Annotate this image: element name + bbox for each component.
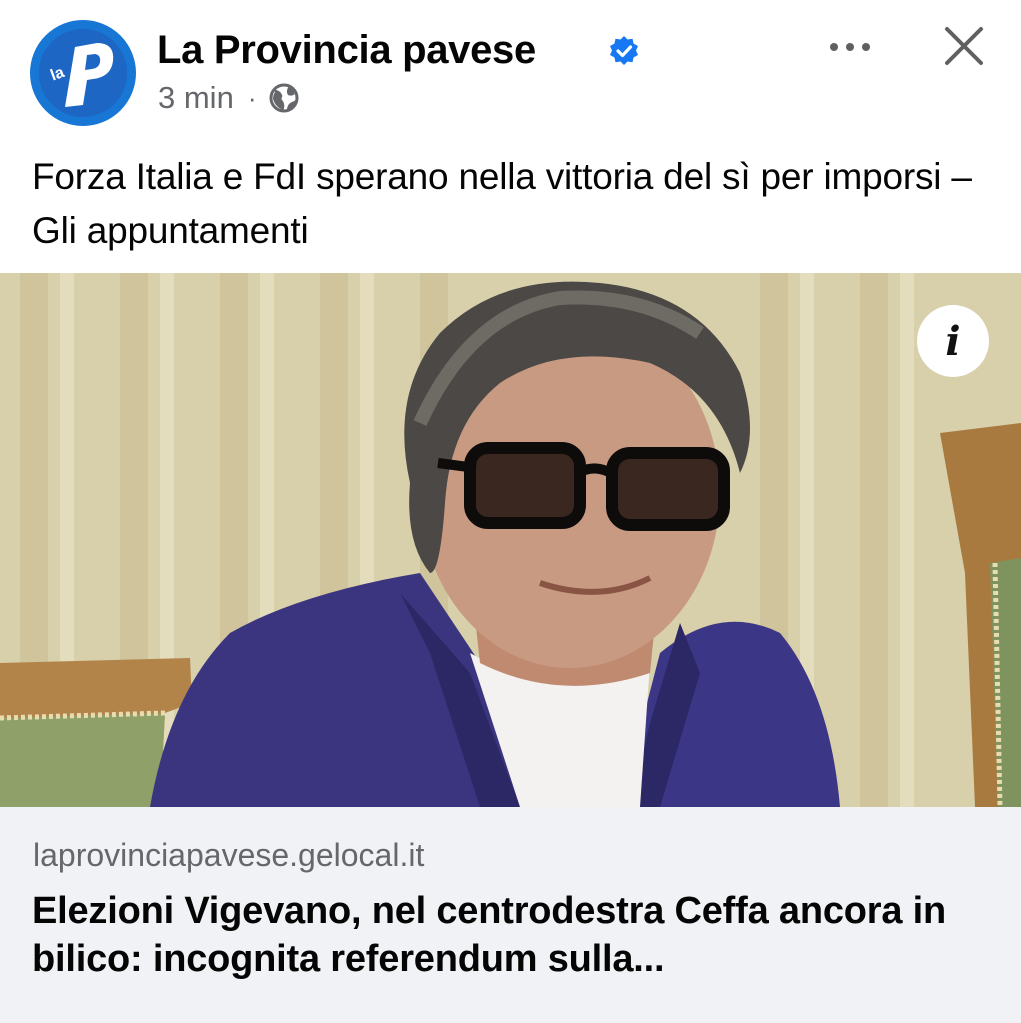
post-header: la La Provincia pavese 3 min ·	[0, 0, 1021, 140]
post-timestamp[interactable]: 3 min	[158, 80, 234, 116]
more-options-icon[interactable]	[826, 30, 874, 64]
link-domain: laprovinciapavese.gelocal.it	[33, 837, 425, 873]
link-preview-card[interactable]: laprovinciapavese.gelocal.it Elezioni Vi…	[0, 807, 1021, 1023]
portrait-photo	[0, 273, 1021, 807]
page-name[interactable]: La Provincia pavese	[157, 28, 536, 73]
link-preview-image[interactable]	[0, 273, 1021, 807]
close-icon[interactable]	[942, 24, 986, 68]
link-headline: Elezioni Vigevano, nel centrodestra Ceff…	[32, 890, 947, 980]
verified-badge-icon	[610, 36, 638, 65]
post-meta: 3 min ·	[158, 80, 300, 116]
page-avatar[interactable]: la	[30, 20, 136, 126]
post-text: Forza Italia e FdI sperano nella vittori…	[32, 156, 972, 251]
info-icon[interactable]: i	[917, 305, 989, 377]
globe-icon	[269, 83, 299, 113]
meta-separator: ·	[247, 82, 257, 113]
page-logo-icon: la	[39, 29, 127, 117]
